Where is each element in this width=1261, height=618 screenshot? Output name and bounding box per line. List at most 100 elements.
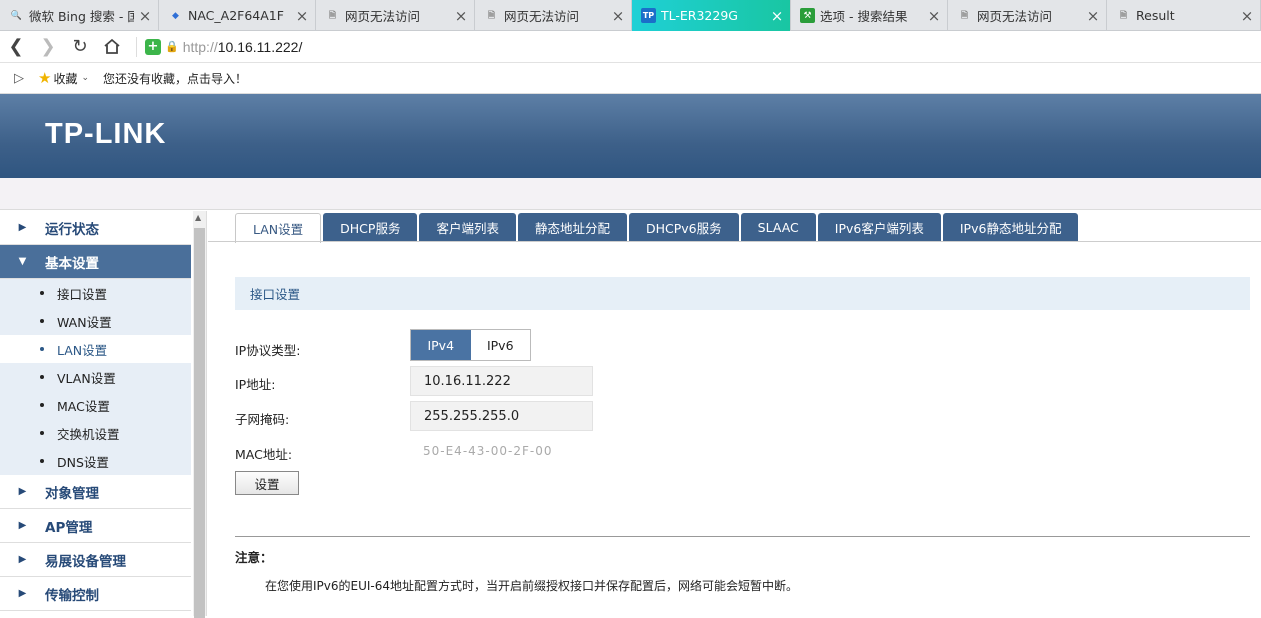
close-icon[interactable]: ×: [770, 7, 784, 25]
sidebar-subitem-label: 交换机设置: [57, 426, 120, 442]
browser-tab[interactable]: 🗎 网页无法访问 ×: [948, 0, 1107, 31]
close-icon[interactable]: ×: [138, 7, 152, 25]
wrench-icon: ⚒: [800, 8, 815, 23]
scrollbar-thumb[interactable]: [194, 228, 205, 618]
sidebar-subitem-label: DNS设置: [57, 454, 109, 470]
sidebar-menu-item[interactable]: ▶ 易展设备管理: [0, 543, 191, 577]
page-tab[interactable]: SLAAC: [740, 213, 816, 242]
sidebar-menu-item[interactable]: ▶ 对象管理: [0, 475, 191, 509]
sidebar-menu-label: 易展设备管理: [45, 553, 126, 570]
reload-icon[interactable]: ↻: [64, 31, 96, 63]
sidebar-menu-item[interactable]: ▼ 基本设置: [0, 245, 191, 279]
note-text: 在您使用IPv6的EUI-64地址配置方式时，当开启前缀授权接口并保存配置后，网…: [265, 579, 799, 593]
browser-tab[interactable]: ◆ NAC_A2F64A1F ×: [159, 0, 316, 31]
sidebar-menu-label: 运行状态: [45, 221, 99, 238]
browser-tab[interactable]: 🔍 微软 Bing 搜索 - 国 ×: [0, 0, 159, 31]
tab-title: 网页无法访问: [977, 9, 1053, 24]
sidebar-menu-item[interactable]: ▶ AP管理: [0, 509, 191, 543]
sidebar-menu-item[interactable]: ▶ 传输控制: [0, 577, 191, 611]
scroll-up-icon[interactable]: ▲: [195, 213, 201, 222]
subnet-mask-field[interactable]: 255.255.255.0: [410, 401, 593, 431]
sidebar-subitem[interactable]: VLAN设置: [0, 363, 191, 391]
bullet-icon: [40, 319, 44, 323]
favorites-button[interactable]: 收藏: [53, 70, 77, 87]
sidebar-menu: ▶ 运行状态 ▼ 基本设置接口设置 WAN设置 LAN设置 VLAN设置 MAC设置交换机设置…: [0, 211, 206, 611]
tab-title: NAC_A2F64A1F: [188, 8, 284, 23]
ip-type-label: IP协议类型:: [235, 343, 301, 358]
bookmarks-hint[interactable]: 您还没有收藏，点击导入！: [103, 70, 247, 87]
bullet-icon: [40, 431, 44, 435]
sidebar-subitem[interactable]: WAN设置: [0, 307, 191, 335]
shield-icon: ◆: [172, 10, 179, 21]
tplink-icon: TP: [641, 8, 656, 23]
browser-tab[interactable]: ⚒ 选项 - 搜索结果 ×: [791, 0, 948, 31]
page-tab[interactable]: IPv6客户端列表: [817, 213, 941, 242]
sidebar-scrollbar[interactable]: ▲: [193, 211, 206, 618]
browser-tab[interactable]: 🗎 网页无法访问 ×: [316, 0, 475, 31]
sidebar-menu-label: 传输控制: [45, 587, 99, 604]
sidebar-subitem-label: LAN设置: [57, 342, 108, 358]
ip-type-toggle[interactable]: IPv4 IPv6: [410, 329, 531, 361]
sidebar-subitem[interactable]: DNS设置: [0, 447, 191, 475]
bullet-icon: [40, 375, 44, 379]
url-input[interactable]: http://10.16.11.222/: [183, 39, 303, 55]
close-icon[interactable]: ×: [927, 7, 941, 25]
browser-tab[interactable]: 🗎 网页无法访问 ×: [475, 0, 632, 31]
tab-title: 网页无法访问: [504, 9, 580, 24]
caret-right-icon: ▶: [18, 554, 27, 565]
sidebar-menu-label: AP管理: [45, 519, 93, 536]
close-icon[interactable]: ×: [1086, 7, 1100, 25]
back-icon[interactable]: ❮: [0, 31, 32, 63]
close-icon[interactable]: ×: [611, 7, 625, 25]
browser-tab[interactable]: TP TL-ER3229G ×: [632, 0, 791, 31]
url-prefix: http://: [182, 38, 218, 55]
tab-title: Result: [1136, 8, 1175, 23]
close-icon[interactable]: ×: [1240, 7, 1254, 25]
ipv4-option[interactable]: IPv4: [411, 330, 471, 360]
close-icon[interactable]: ×: [454, 7, 468, 25]
caret-right-icon: ▶: [18, 222, 27, 233]
forward-icon[interactable]: ❯: [32, 31, 64, 63]
router-header: TP-LINK: [0, 94, 1261, 178]
page-tab[interactable]: DHCPv6服务: [628, 213, 739, 242]
favorites-star-icon[interactable]: ★: [38, 69, 51, 87]
browser-tab-bar: 🔍 微软 Bing 搜索 - 国 × ◆ NAC_A2F64A1F × 🗎 网页无法访问 × 🗎 网…: [0, 0, 1261, 31]
ipv6-option[interactable]: IPv6: [471, 330, 531, 360]
save-settings-button[interactable]: 设置: [235, 471, 299, 495]
no-https-icon: 🔒: [165, 40, 179, 53]
bookmarks-bar: ▷ ★ 收藏 ⌄ 您还没有收藏，点击导入！: [0, 63, 1261, 94]
sidebar-menu-label: 基本设置: [45, 255, 99, 272]
mac-address-value: 50-E4-43-00-2F-00: [423, 444, 553, 458]
browser-tab[interactable]: 🗎 Result ×: [1107, 0, 1261, 31]
sidebar-subitem[interactable]: LAN设置: [0, 335, 191, 363]
page-tab[interactable]: 静态地址分配: [517, 213, 627, 242]
page-tab[interactable]: DHCP服务: [323, 213, 418, 242]
main-content: LAN设置 DHCP服务 客户端列表 静态地址分配 DHCPv6服务 SLAAC IPv6客…: [208, 211, 1261, 616]
sidebar-menu-item[interactable]: ▶ 运行状态: [0, 211, 191, 245]
caret-down-icon: ▼: [18, 256, 27, 267]
home-icon[interactable]: [96, 31, 128, 63]
sidebar-menu-label: 对象管理: [45, 485, 99, 502]
page-icon: 🗎: [487, 10, 496, 21]
page-tab[interactable]: LAN设置: [235, 213, 322, 243]
close-icon[interactable]: ×: [295, 7, 309, 25]
sidebar-subitem[interactable]: MAC设置: [0, 391, 191, 419]
address-divider: [136, 36, 137, 57]
tab-title: 微软 Bing 搜索 - 国: [29, 9, 134, 24]
ip-address-field[interactable]: 10.16.11.222: [410, 366, 593, 396]
page-tab[interactable]: IPv6静态地址分配: [942, 213, 1079, 242]
sidebar-subitem-label: WAN设置: [57, 314, 112, 330]
tab-underline: [208, 241, 1261, 242]
sidebar: ▶ 运行状态 ▼ 基本设置接口设置 WAN设置 LAN设置 VLAN设置 MAC设置交换机设置…: [0, 211, 207, 618]
page-icon: 🗎: [1119, 10, 1128, 21]
search-icon: 🔍: [10, 10, 23, 21]
sidebar-subitem[interactable]: 交换机设置: [0, 419, 191, 447]
chevron-down-icon[interactable]: ⌄: [81, 73, 89, 83]
secure-shield-icon: +: [145, 38, 161, 55]
bullet-icon: [40, 291, 44, 295]
page-tab[interactable]: 客户端列表: [419, 213, 516, 242]
page-icon: 🗎: [960, 10, 969, 21]
caret-right-icon: ▶: [18, 520, 27, 531]
sidebar-toggle-icon[interactable]: ▷: [0, 71, 38, 86]
sidebar-subitem[interactable]: 接口设置: [0, 279, 191, 307]
